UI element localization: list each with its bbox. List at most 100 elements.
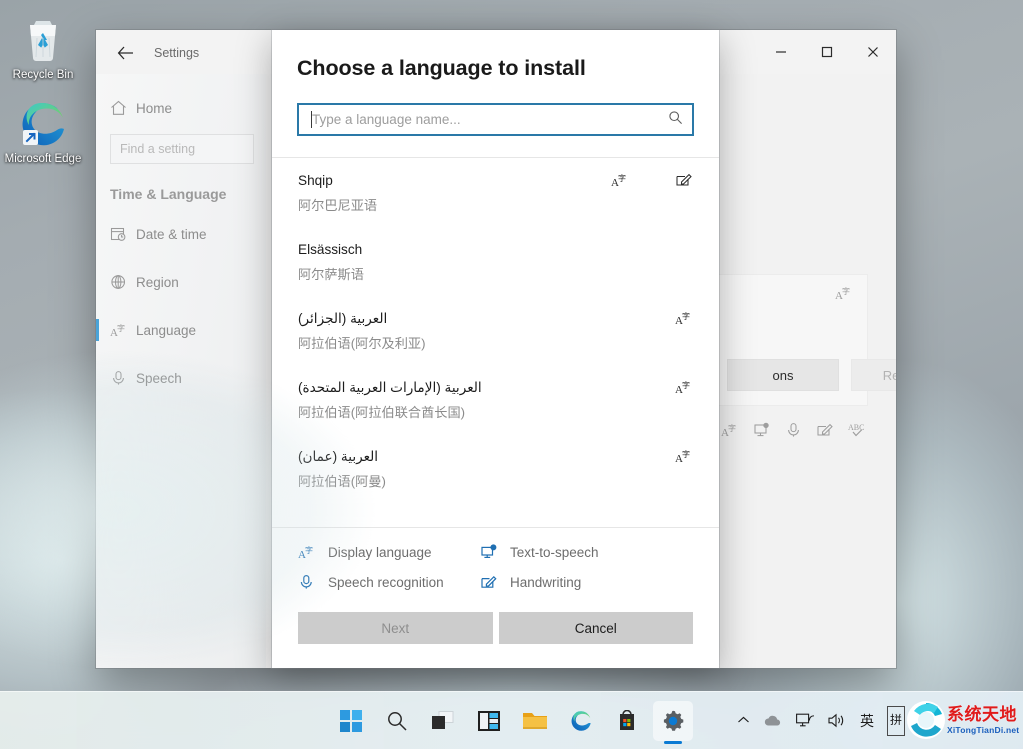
sidebar-item-label: Home: [136, 100, 173, 116]
sidebar-item-label: Speech: [136, 370, 182, 386]
language-native-name: العربية (الجزائر): [298, 311, 388, 326]
next-button[interactable]: Next: [298, 612, 493, 644]
recycle-bin-icon: [4, 14, 82, 66]
language-feature-icons: A 字: [721, 422, 868, 443]
sidebar-item-label: Region: [136, 274, 179, 290]
legend-label: Speech recognition: [328, 574, 444, 590]
settings-icon[interactable]: [652, 700, 693, 741]
basic-typing-icon: ABC: [848, 422, 868, 443]
svg-text:字: 字: [618, 173, 626, 183]
settings-sidebar[interactable]: Settings Home Find a setting Time & Lang…: [96, 46, 266, 668]
legend-item-speech-recognition: Speech recognition: [298, 574, 480, 590]
desktop-icon-label: Recycle Bin: [12, 69, 74, 81]
list-item[interactable]: العربية (الإمارات العربية المتحدة) 阿拉伯语(…: [272, 365, 719, 434]
language-feature-icons: A 字: [611, 172, 693, 193]
svg-text:字: 字: [728, 423, 736, 433]
task-view-icon[interactable]: [423, 701, 463, 741]
language-translated-name: 阿尔萨斯语: [298, 267, 364, 282]
display-language-icon: A 字: [110, 322, 136, 338]
dialog-title: Choose a language to install: [297, 56, 586, 80]
globe-icon: [110, 274, 136, 290]
language-translated-name: 阿拉伯语(阿拉伯联合酋长国): [298, 405, 466, 420]
taskbar-items: [331, 700, 693, 741]
display-language-icon: A 字: [721, 422, 739, 443]
maximize-button[interactable]: [804, 30, 850, 74]
svg-text:字: 字: [305, 545, 313, 555]
svg-text:字: 字: [682, 380, 690, 390]
sidebar-item-speech[interactable]: Speech: [96, 360, 266, 396]
desktop-icon-microsoft-edge[interactable]: Microsoft Edge: [4, 98, 82, 166]
widgets-icon[interactable]: [469, 701, 509, 741]
language-feature-icons: A 字: [675, 448, 693, 469]
legend-label: Handwriting: [510, 574, 582, 590]
sidebar-section-heading: Time & Language: [110, 186, 227, 202]
sidebar-item-region[interactable]: Region: [96, 264, 266, 300]
handwriting-icon: [480, 574, 510, 590]
language-search-input[interactable]: Type a language name...: [297, 103, 694, 136]
legend-label: Text-to-speech: [510, 544, 599, 560]
choose-language-dialog[interactable]: Choose a language to install Type a lang…: [272, 30, 719, 668]
back-arrow-icon[interactable]: [110, 38, 140, 68]
language-list[interactable]: Shqip 阿尔巴尼亚语 A 字 Elsässisch 阿尔萨斯语 العربي…: [272, 158, 719, 527]
taskbar[interactable]: 英 拼 系统天地 XiTongTianDi.net: [0, 691, 1023, 749]
cloud-icon[interactable]: [763, 706, 783, 736]
display-language-icon: A 字: [675, 379, 693, 400]
sidebar-item-home[interactable]: Home: [96, 90, 266, 126]
volume-icon[interactable]: [828, 706, 847, 736]
calendar-clock-icon: [110, 226, 136, 242]
display-language-icon: A 字: [298, 544, 328, 560]
options-button[interactable]: ons: [727, 359, 839, 391]
microsoft-edge-icon[interactable]: [561, 701, 601, 741]
language-search-placeholder: Type a language name...: [312, 112, 461, 127]
network-icon[interactable]: [796, 706, 815, 736]
language-native-name: العربية (عمان): [298, 449, 379, 464]
svg-text:字: 字: [117, 323, 125, 333]
sidebar-item-label: Date & time: [136, 226, 207, 242]
ime-language-indicator[interactable]: 英: [860, 706, 874, 736]
ime-mode-indicator[interactable]: 拼: [886, 705, 905, 736]
microsoft-store-icon[interactable]: [607, 701, 647, 741]
language-native-name: Elsässisch: [298, 242, 363, 257]
watermark-subtitle: XiTongTianDi.net: [947, 724, 1020, 735]
list-item[interactable]: العربية (عمان) 阿拉伯语(阿曼) A 字: [272, 434, 719, 503]
language-translated-name: 阿拉伯语(阿曼): [298, 474, 386, 489]
cancel-button[interactable]: Cancel: [498, 612, 693, 644]
list-item[interactable]: العربية (الجزائر) 阿拉伯语(阿尔及利亚) A 字: [272, 296, 719, 365]
svg-text:ABC: ABC: [848, 423, 864, 432]
sidebar-item-date-time[interactable]: Date & time: [96, 216, 266, 252]
find-a-setting-input[interactable]: Find a setting: [110, 134, 254, 164]
desktop[interactable]: Recycle Bin Microsoft Edge Settings Home…: [0, 0, 1023, 749]
microphone-icon: [110, 370, 136, 386]
start-button[interactable]: [331, 701, 371, 741]
desktop-icon-recycle-bin[interactable]: Recycle Bin: [4, 14, 82, 82]
dialog-action-buttons: Next Cancel: [272, 596, 719, 668]
display-language-icon: A 字: [611, 172, 629, 193]
chevron-up-icon[interactable]: [737, 706, 750, 736]
handwriting-icon: [816, 422, 834, 443]
minimize-button[interactable]: [758, 30, 804, 74]
svg-text:字: 字: [682, 311, 690, 321]
remove-button[interactable]: Remove: [851, 359, 896, 391]
language-native-name: العربية (الإمارات العربية المتحدة): [298, 380, 482, 395]
legend-label: Display language: [328, 544, 432, 560]
language-feature-icons: A 字: [675, 310, 693, 331]
speech-recognition-icon: [785, 422, 802, 443]
sidebar-item-language[interactable]: A 字 Language: [96, 312, 266, 348]
legend-item-display-language: A 字 Display language: [298, 544, 480, 561]
text-to-speech-icon: [480, 544, 510, 560]
desktop-icon-label: Microsoft Edge: [4, 153, 82, 165]
legend-item-handwriting: Handwriting: [480, 574, 693, 590]
file-explorer-icon[interactable]: [515, 701, 555, 741]
language-translated-name: 阿拉伯语(阿尔及利亚): [298, 336, 426, 351]
system-tray[interactable]: 英 拼: [737, 705, 905, 736]
handwriting-icon: [675, 172, 693, 193]
list-item[interactable]: Elsässisch 阿尔萨斯语: [272, 227, 719, 296]
language-feature-icons: A 字: [675, 379, 693, 400]
list-item[interactable]: Shqip 阿尔巴尼亚语 A 字: [272, 158, 719, 227]
search-icon[interactable]: [377, 701, 417, 741]
find-a-setting-placeholder: Find a setting: [120, 142, 196, 156]
close-button[interactable]: [850, 30, 896, 74]
svg-text:字: 字: [682, 449, 690, 459]
language-translated-name: 阿尔巴尼亚语: [298, 198, 378, 213]
search-icon[interactable]: [668, 110, 683, 130]
